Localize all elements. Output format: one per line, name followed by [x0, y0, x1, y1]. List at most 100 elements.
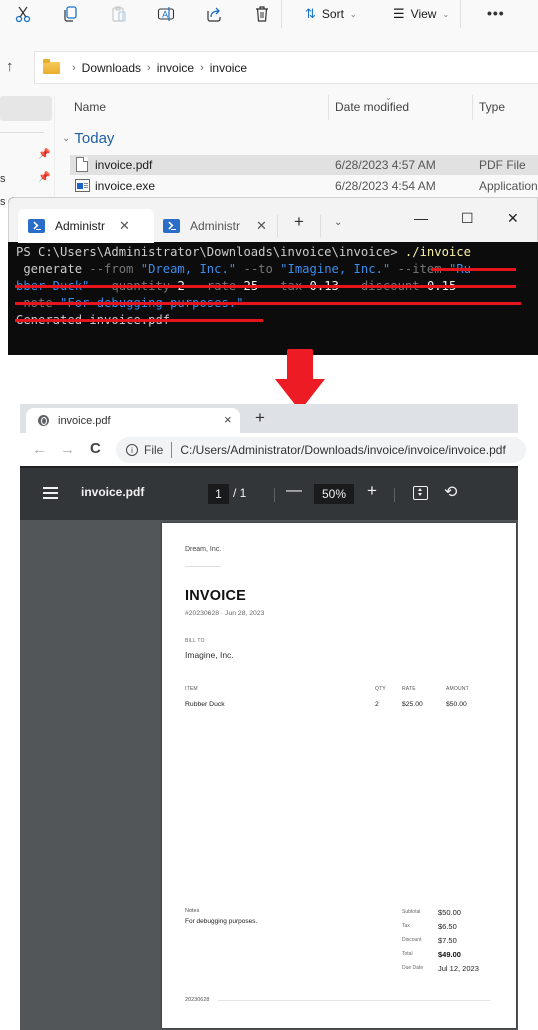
file-name: invoice.pdf — [95, 158, 153, 172]
annotation-underline — [431, 268, 516, 271]
more-options-button[interactable]: ••• — [487, 5, 505, 21]
tab-dropdown-button[interactable]: ⌄ — [334, 217, 342, 228]
tab-label: Administr — [190, 219, 241, 233]
discount-label: Discount — [402, 937, 422, 943]
browser-tab-title: invoice.pdf — [58, 414, 111, 427]
up-arrow-icon[interactable]: ↑ — [6, 58, 14, 75]
nav-divider — [0, 132, 44, 133]
share-icon[interactable] — [203, 4, 225, 24]
notes-label: Notes — [185, 908, 200, 914]
breadcrumb-separator: › — [72, 61, 76, 74]
breadcrumb-invoice-current[interactable]: invoice — [210, 61, 247, 75]
notes-value: For debugging purposes. — [185, 918, 258, 925]
page-total: / 1 — [233, 486, 247, 500]
annotation-underline — [15, 302, 521, 305]
group-header-today[interactable]: ⌄ Today — [62, 130, 114, 147]
footer-invoice-number: 20230628 — [185, 997, 210, 1003]
info-icon[interactable]: i — [126, 444, 138, 456]
breadcrumb-invoice[interactable]: invoice — [157, 61, 194, 75]
omnibox-divider — [171, 442, 173, 458]
subtotal-label: Subtotal — [402, 909, 421, 915]
close-tab-icon[interactable]: × — [224, 412, 232, 427]
navigation-pane: 📌 s 📌 s — [0, 96, 55, 208]
toolbar-divider — [460, 0, 461, 28]
sort-label: Sort — [321, 7, 344, 21]
close-icon[interactable]: ✕ — [256, 218, 267, 234]
zoom-level-input[interactable]: 50% — [314, 484, 354, 504]
terminal-line: PS C:\Users\Administrator\Downloads\invo… — [16, 244, 516, 261]
url-text[interactable]: C:/Users/Administrator/Downloads/invoice… — [180, 443, 505, 457]
forward-arrow-icon[interactable]: → — [60, 441, 75, 458]
rotate-icon[interactable]: ⟲ — [444, 482, 457, 502]
terminal-text-segment: --to — [243, 262, 281, 276]
close-window-button[interactable]: ✕ — [507, 210, 519, 227]
line-item-amount: $50.00 — [446, 701, 467, 708]
zoom-in-button[interactable]: + — [367, 481, 377, 501]
terminal-text-segment: "Imagine, Inc." — [280, 262, 398, 276]
address-bar[interactable]: i File C:/Users/Administrator/Downloads/… — [116, 437, 526, 463]
exe-file-icon — [75, 179, 90, 192]
reload-icon[interactable]: C — [90, 440, 101, 457]
bill-to-label: BILL TO — [185, 638, 205, 644]
new-tab-button[interactable]: + — [255, 408, 265, 428]
terminal-tab-inactive[interactable]: Administr ✕ — [153, 209, 278, 243]
column-header-name[interactable]: Name — [74, 100, 106, 114]
rename-icon[interactable]: A — [155, 4, 177, 24]
menu-icon[interactable] — [43, 487, 58, 499]
toolbar-divider — [281, 0, 282, 28]
column-divider[interactable] — [472, 95, 473, 120]
minimize-button[interactable]: — — [414, 210, 428, 226]
tax-value: $6.50 — [438, 922, 457, 931]
address-bar[interactable]: › Downloads › invoice › invoice — [34, 51, 538, 84]
bill-to-value: Imagine, Inc. — [185, 650, 234, 660]
copy-icon[interactable] — [59, 4, 81, 24]
breadcrumb-separator: › — [147, 61, 151, 74]
maximize-button[interactable]: ☐ — [461, 210, 474, 227]
column-divider[interactable] — [328, 95, 329, 120]
pdf-title: invoice.pdf — [81, 485, 145, 499]
delete-icon[interactable] — [251, 4, 273, 24]
breadcrumb-downloads[interactable]: Downloads — [82, 61, 141, 75]
pdf-file-icon — [76, 157, 88, 172]
divider — [185, 566, 221, 567]
view-button[interactable]: ☰ View ⌄ — [393, 4, 449, 24]
file-date: 6/28/2023 4:57 AM — [335, 158, 436, 172]
column-header-date[interactable]: Date modified — [335, 100, 409, 114]
nav-selected-item[interactable] — [0, 96, 52, 121]
file-row-invoice-exe[interactable]: invoice.exe 6/28/2023 4:54 AM Applicatio… — [70, 176, 538, 196]
sort-button[interactable]: ⇅ Sort ⌄ — [305, 4, 357, 24]
line-item-qty: 2 — [375, 701, 379, 708]
column-header-item: ITEM — [185, 686, 198, 692]
view-icon: ☰ — [393, 6, 405, 21]
annotation-underline — [15, 319, 263, 322]
nav-item-label[interactable]: s — [0, 173, 6, 185]
pane-divider — [54, 96, 55, 200]
page-number-input[interactable]: 1 — [208, 484, 229, 504]
due-date-value: Jul 12, 2023 — [438, 964, 479, 973]
pin-icon: 📌 — [38, 149, 51, 160]
red-arrow-shaft — [287, 349, 313, 381]
nav-item-label[interactable]: s — [0, 196, 6, 208]
new-tab-button[interactable]: + — [294, 212, 304, 232]
fit-to-page-icon[interactable] — [413, 486, 428, 500]
close-icon[interactable]: ✕ — [119, 218, 130, 234]
column-header-type[interactable]: Type — [479, 100, 505, 114]
sort-icon: ⇅ — [305, 6, 316, 21]
pdf-canvas[interactable]: Dream, Inc. INVOICE #20230628 · Jun 28, … — [20, 520, 518, 1030]
address-row: ↑ › Downloads › invoice › invoice — [0, 50, 538, 86]
group-label: Today — [74, 130, 115, 147]
terminal-tab-active[interactable]: Administr ✕ — [18, 209, 154, 243]
back-arrow-icon[interactable]: ← — [32, 441, 47, 458]
paste-icon[interactable] — [108, 4, 130, 24]
pdf-page: Dream, Inc. INVOICE #20230628 · Jun 28, … — [162, 523, 516, 1028]
file-row-invoice-pdf[interactable]: invoice.pdf 6/28/2023 4:57 AM PDF File — [70, 155, 538, 175]
discount-value: $7.50 — [438, 936, 457, 945]
tab-divider — [277, 215, 278, 237]
zoom-out-button[interactable]: — — [286, 482, 302, 500]
scheme-label: File — [144, 443, 164, 457]
tab-divider — [320, 215, 321, 237]
chevron-down-icon: ⌄ — [62, 133, 71, 144]
annotation-underline — [15, 285, 516, 288]
browser-tab[interactable]: invoice.pdf × — [26, 408, 240, 433]
cut-icon[interactable] — [12, 4, 34, 24]
